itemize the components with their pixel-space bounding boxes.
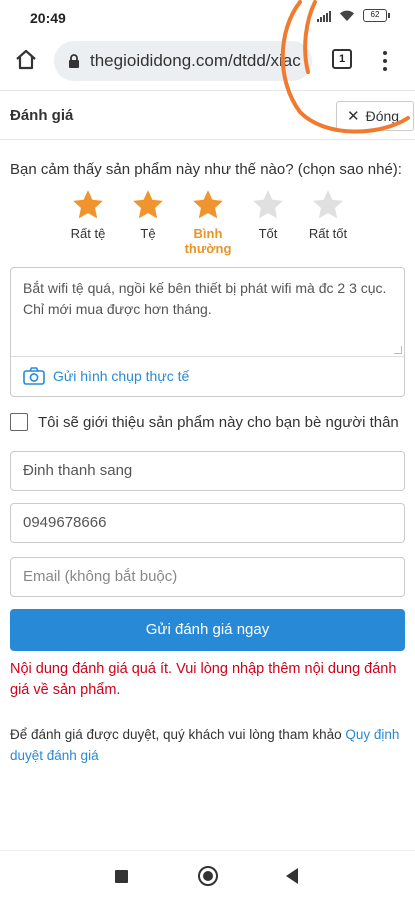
review-header: Đánh giá ✕ Đóng <box>0 90 415 140</box>
close-button[interactable]: ✕ Đóng <box>336 101 414 131</box>
recommend-row[interactable]: Tôi sẽ giới thiệu sản phẩm này cho bạn b… <box>10 413 399 431</box>
divider <box>11 356 404 357</box>
star-label: Tốt <box>258 226 278 241</box>
battery-icon: 62 <box>363 9 390 22</box>
star-option-normal[interactable]: Bình thường <box>178 188 238 256</box>
close-label: Đóng <box>365 108 400 124</box>
review-textarea[interactable]: Bắt wifi tệ quá, ngồi kế bên thiết bị ph… <box>10 267 405 397</box>
star-icon <box>253 190 283 219</box>
star-label: Rất tệ <box>70 226 106 241</box>
address-bar[interactable]: thegioididong.com/dtdd/xiac <box>54 41 312 81</box>
star-rating: Rất tệ Tệ Bình thường Tốt Rất tốt <box>58 188 358 256</box>
rating-question: Bạn cảm thấy sản phẩm này như thế nào? (… <box>10 161 402 178</box>
wifi-icon <box>340 10 354 21</box>
url-text: thegioididong.com/dtdd/xiac <box>90 51 301 70</box>
browser-toolbar: thegioididong.com/dtdd/xiac 1 <box>0 36 415 86</box>
tab-switcher-button[interactable]: 1 <box>332 49 352 69</box>
star-icon <box>313 190 343 219</box>
star-option-very-good[interactable]: Rất tốt <box>298 188 358 256</box>
submit-review-button[interactable]: Gửi đánh giá ngay <box>10 609 405 651</box>
upload-photo-label: Gửi hình chụp thực tế <box>53 368 190 384</box>
email-input[interactable]: Email (không bắt buộc) <box>10 557 405 597</box>
star-icon <box>133 190 163 219</box>
lock-icon <box>69 54 79 68</box>
star-icon <box>193 190 223 219</box>
star-label: Rất tốt <box>308 226 348 241</box>
star-label: Tệ <box>140 226 156 241</box>
recommend-label: Tôi sẽ giới thiệu sản phẩm này cho bạn b… <box>38 413 399 431</box>
phone-input[interactable]: 0949678666 <box>10 503 405 543</box>
star-option-good[interactable]: Tốt <box>238 188 298 256</box>
upload-photo-button[interactable]: Gửi hình chụp thực tế <box>23 367 189 385</box>
review-text: Bắt wifi tệ quá, ngồi kế bên thiết bị ph… <box>23 280 387 317</box>
recents-icon[interactable] <box>115 870 128 883</box>
status-time: 20:49 <box>30 10 66 26</box>
status-icons: 62 <box>317 9 390 22</box>
home-icon[interactable] <box>12 46 40 74</box>
star-option-very-bad[interactable]: Rất tệ <box>58 188 118 256</box>
page-title: Đánh giá <box>10 107 74 124</box>
back-icon[interactable] <box>286 868 298 884</box>
camera-icon <box>23 367 45 385</box>
resize-grip-icon[interactable] <box>394 346 402 354</box>
review-guideline-note: Để đánh giá được duyệt, quý khách vui lò… <box>10 724 405 766</box>
signal-icon <box>317 10 331 22</box>
error-message: Nội dung đánh giá quá ít. Vui lòng nhập … <box>10 661 397 698</box>
star-label: Bình thường <box>184 226 232 256</box>
more-options-icon[interactable] <box>375 48 395 74</box>
note-text: Để đánh giá được duyệt, quý khách vui lò… <box>10 727 346 742</box>
close-icon: ✕ <box>347 108 360 125</box>
star-icon <box>73 190 103 219</box>
name-input[interactable]: Đinh thanh sang <box>10 451 405 491</box>
star-option-bad[interactable]: Tệ <box>118 188 178 256</box>
status-bar: 20:49 62 <box>0 0 415 36</box>
home-nav-icon[interactable] <box>198 866 218 886</box>
system-nav-bar <box>0 850 415 900</box>
recommend-checkbox[interactable] <box>10 413 28 431</box>
